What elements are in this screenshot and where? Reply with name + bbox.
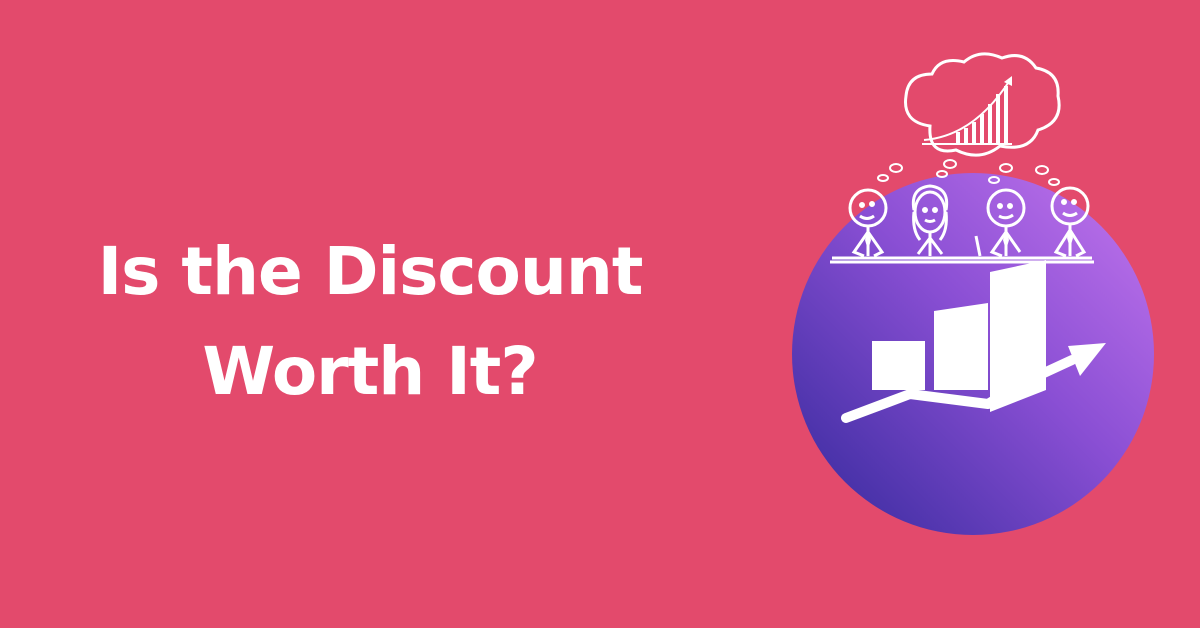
headline-line-1: Is the Discount: [97, 233, 644, 310]
headline: Is the Discount Worth It?: [40, 222, 700, 422]
rising-chart-icon: [922, 76, 1012, 145]
headline-line-2: Worth It?: [202, 333, 538, 410]
growth-illustration: [792, 52, 1154, 535]
